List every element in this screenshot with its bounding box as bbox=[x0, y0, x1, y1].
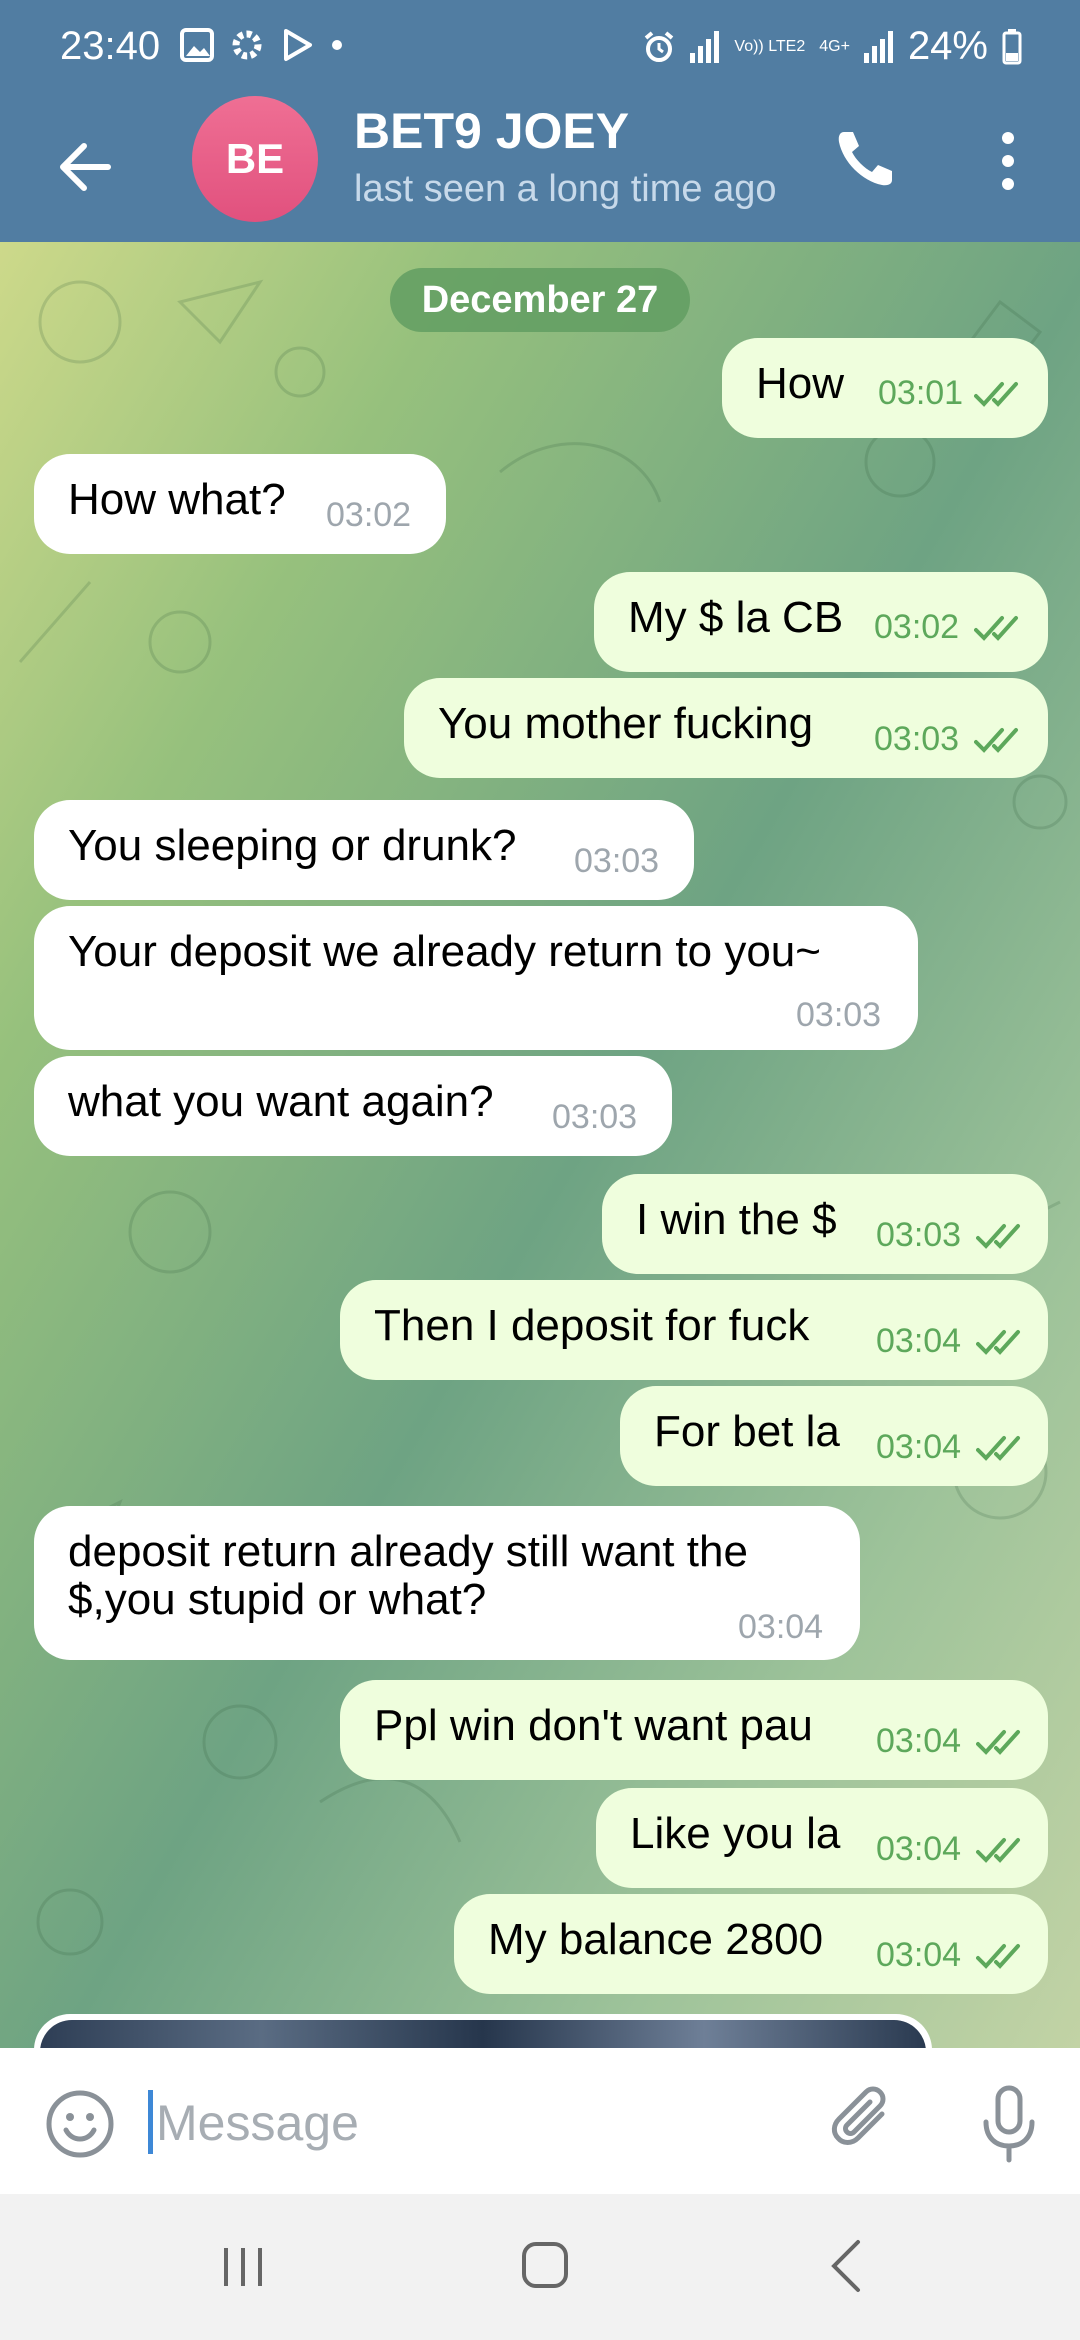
double-check-icon bbox=[976, 1944, 1020, 1969]
outgoing-message[interactable]: Ppl win don't want pau 03:04 bbox=[340, 1680, 1048, 1780]
outgoing-message[interactable]: I win the $ 03:03 bbox=[602, 1174, 1048, 1274]
battery-percent: 24% bbox=[907, 24, 988, 68]
message-time: 03:03 bbox=[796, 996, 882, 1034]
status-bar: 23:40 Vo)) LTE2 4G+ 24% bbox=[0, 0, 1080, 96]
message-input[interactable]: Message bbox=[156, 2094, 359, 2152]
incoming-message[interactable]: How what? 03:02 bbox=[34, 454, 446, 554]
outgoing-message[interactable]: My $ la CB 03:02 bbox=[594, 572, 1048, 672]
outgoing-message[interactable]: For bet la 03:04 bbox=[620, 1386, 1048, 1486]
signal-icon bbox=[690, 30, 720, 63]
paperclip-icon[interactable] bbox=[826, 2084, 902, 2160]
chat-area[interactable]: December 27 How 03:01 How what? 03:02 My $ l… bbox=[0, 242, 1080, 2048]
incoming-message[interactable]: Your deposit we already return to you~ 03… bbox=[34, 906, 918, 1050]
message-text: You mother fucking bbox=[438, 699, 814, 748]
chat-header: BE BET9 JOEY last seen a long time ago bbox=[0, 96, 1080, 242]
recent-apps-icon[interactable] bbox=[218, 2242, 268, 2292]
phone-icon[interactable] bbox=[830, 124, 900, 194]
top-bar: 23:40 Vo)) LTE2 4G+ 24% BE BET9 JOEY las bbox=[0, 0, 1080, 242]
message-text: deposit return already still want the $,… bbox=[68, 1527, 748, 1625]
more-vertical-icon[interactable] bbox=[988, 126, 1028, 196]
message-text: How bbox=[756, 359, 845, 408]
message-time: 03:03 bbox=[552, 1098, 638, 1136]
outgoing-message[interactable]: My balance 2800 03:04 bbox=[454, 1894, 1048, 1994]
message-text: Then I deposit for fuck bbox=[374, 1301, 810, 1350]
signal-icon-2 bbox=[863, 30, 893, 63]
double-check-icon bbox=[976, 1730, 1020, 1755]
outgoing-message[interactable]: Like you la 03:04 bbox=[596, 1788, 1048, 1888]
outgoing-message[interactable]: You mother fucking 03:03 bbox=[404, 678, 1048, 778]
last-seen-status: last seen a long time ago bbox=[354, 168, 777, 210]
arrow-left-icon[interactable] bbox=[50, 132, 120, 202]
photo-message-preview[interactable] bbox=[34, 2014, 932, 2048]
message-time: 03:03 bbox=[876, 1216, 962, 1254]
message-composer: Message bbox=[0, 2048, 1080, 2194]
message-time: 03:04 bbox=[876, 1428, 962, 1466]
message-text: For bet la bbox=[654, 1407, 840, 1456]
double-check-icon bbox=[976, 1330, 1020, 1355]
contact-name[interactable]: BET9 JOEY bbox=[354, 102, 629, 160]
dot-notification-icon bbox=[332, 40, 342, 50]
message-text: My $ la CB bbox=[628, 593, 844, 642]
system-nav-bar bbox=[0, 2194, 1080, 2340]
message-time: 03:04 bbox=[876, 1936, 962, 1974]
double-check-icon bbox=[974, 382, 1018, 407]
message-time: 03:04 bbox=[738, 1608, 824, 1646]
microphone-icon[interactable] bbox=[974, 2084, 1044, 2164]
settings-notification-icon bbox=[232, 30, 262, 60]
alarm-icon bbox=[645, 30, 674, 62]
double-check-icon bbox=[976, 1838, 1020, 1863]
gallery-notification-icon bbox=[180, 28, 214, 62]
emoji-icon[interactable] bbox=[44, 2088, 116, 2160]
nav-back-icon[interactable] bbox=[826, 2238, 866, 2294]
message-time: 03:01 bbox=[878, 374, 964, 412]
message-time: 03:03 bbox=[574, 842, 660, 880]
incoming-message[interactable]: You sleeping or drunk? 03:03 bbox=[34, 800, 694, 900]
message-text: How what? bbox=[68, 475, 286, 524]
message-time: 03:03 bbox=[874, 720, 960, 758]
network-4g-label: 4G+ bbox=[819, 37, 850, 55]
notification-icons bbox=[180, 28, 344, 62]
message-time: 03:04 bbox=[876, 1322, 962, 1360]
avatar[interactable]: BE bbox=[192, 96, 318, 222]
outgoing-message[interactable]: How 03:01 bbox=[722, 338, 1048, 438]
message-text: My balance 2800 bbox=[488, 1915, 824, 1964]
message-time: 03:02 bbox=[326, 496, 412, 534]
double-check-icon bbox=[976, 1224, 1020, 1249]
message-text: Ppl win don't want pau bbox=[374, 1701, 813, 1750]
status-time: 23:40 bbox=[60, 24, 161, 68]
home-icon[interactable] bbox=[520, 2240, 570, 2290]
play-store-notification-icon bbox=[284, 29, 312, 61]
outgoing-message[interactable]: Then I deposit for fuck 03:04 bbox=[340, 1280, 1048, 1380]
double-check-icon bbox=[976, 1436, 1020, 1461]
double-check-icon bbox=[974, 616, 1018, 641]
message-time: 03:04 bbox=[876, 1722, 962, 1760]
battery-charging-icon bbox=[1002, 28, 1022, 64]
message-text: I win the $ bbox=[636, 1195, 837, 1244]
incoming-message[interactable]: what you want again? 03:03 bbox=[34, 1056, 672, 1156]
photo-thumbnail[interactable] bbox=[40, 2020, 926, 2048]
message-text: You sleeping or drunk? bbox=[68, 821, 517, 870]
date-separator: December 27 bbox=[390, 268, 690, 332]
double-check-icon bbox=[974, 728, 1018, 753]
system-icons: Vo)) LTE2 4G+ 24% bbox=[642, 24, 1022, 69]
telegram-chat-screen: 23:40 Vo)) LTE2 4G+ 24% BE BET9 JOEY las bbox=[0, 0, 1080, 2340]
text-cursor bbox=[148, 2090, 153, 2154]
message-time: 03:02 bbox=[874, 608, 960, 646]
incoming-message[interactable]: deposit return already still want the $,… bbox=[34, 1506, 860, 1660]
message-text: Like you la bbox=[630, 1809, 841, 1858]
message-text: what you want again? bbox=[68, 1077, 494, 1126]
network-type-label: Vo)) LTE2 bbox=[734, 37, 806, 55]
message-time: 03:04 bbox=[876, 1830, 962, 1868]
message-text: Your deposit we already return to you~ bbox=[68, 927, 821, 976]
